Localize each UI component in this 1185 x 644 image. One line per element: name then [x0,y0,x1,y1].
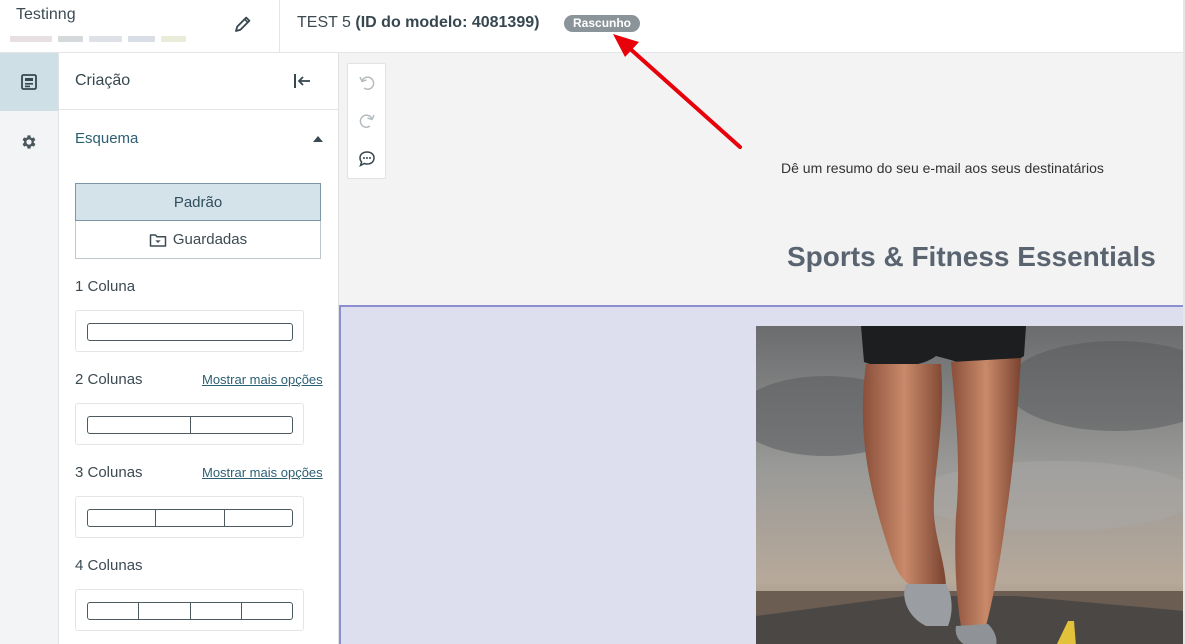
runner-photo[interactable] [756,326,1183,644]
layout-preview [87,509,293,527]
tab-saved-layouts[interactable]: Guardadas [75,221,321,259]
panel-title: Criação [75,72,131,89]
top-header: Testinng TEST 5 (ID do modelo: 4081399) … [0,0,1185,53]
canvas-toolbox [347,63,386,179]
email-headline[interactable]: Sports & Fitness Essentials [787,241,1156,273]
layout-label-3: 3 Colunas [75,464,143,481]
layout-option-2-columns[interactable] [75,403,304,445]
caret-up-icon [313,136,323,142]
layout-option-4-columns[interactable] [75,589,304,631]
comment-icon[interactable] [357,149,377,169]
layout-label-4: 4 Colunas [75,557,143,574]
email-preheader[interactable]: Dê um resumo do seu e-mail aos seus dest… [781,160,1104,176]
status-badge: Rascunho [564,15,641,32]
project-name: Testinng [16,6,76,23]
panel-header: Criação [59,53,338,110]
layout-label-2: 2 Colunas [75,371,143,388]
layout-label-1: 1 Coluna [75,278,136,295]
layout-preview [87,323,293,341]
template-title: TEST 5 (ID do modelo: 4081399) [297,14,539,32]
project-subtitle-redacted [10,36,186,44]
layout-option-1-column[interactable] [75,310,304,352]
redo-icon[interactable] [357,111,377,131]
email-canvas[interactable]: Dê um resumo do seu e-mail aos seus dest… [339,53,1183,644]
more-options-link-2[interactable]: Mostrar mais opções [202,372,323,387]
rail-item-design[interactable] [0,53,58,111]
runner-image-art [756,326,1183,644]
layout-preview [87,416,293,434]
collapse-panel-icon[interactable] [291,70,313,92]
tab-saved-label: Guardadas [172,231,248,248]
layout-icon [21,74,37,90]
tab-default-layouts[interactable]: Padrão [75,183,321,221]
selected-content-row[interactable] [339,305,1183,644]
section-title: Esquema [75,130,139,147]
layout-preview [87,602,293,620]
tab-default-label: Padrão [173,193,223,211]
project-box: Testinng [0,0,280,53]
template-name: TEST 5 [297,14,351,31]
rail-item-settings[interactable] [0,113,58,171]
edit-pencil-icon[interactable] [233,14,253,34]
design-panel: Criação Esquema Padrão Guardadas 1 Colun… [59,53,339,644]
left-icon-rail [0,53,59,644]
undo-icon[interactable] [357,73,377,93]
gear-icon [22,135,36,149]
template-id: (ID do modelo: 4081399) [355,14,540,31]
layout-option-3-columns[interactable] [75,496,304,538]
folder-download-icon [149,233,167,247]
more-options-link-3[interactable]: Mostrar mais opções [202,465,323,480]
section-esquema-toggle[interactable]: Esquema [75,130,323,150]
